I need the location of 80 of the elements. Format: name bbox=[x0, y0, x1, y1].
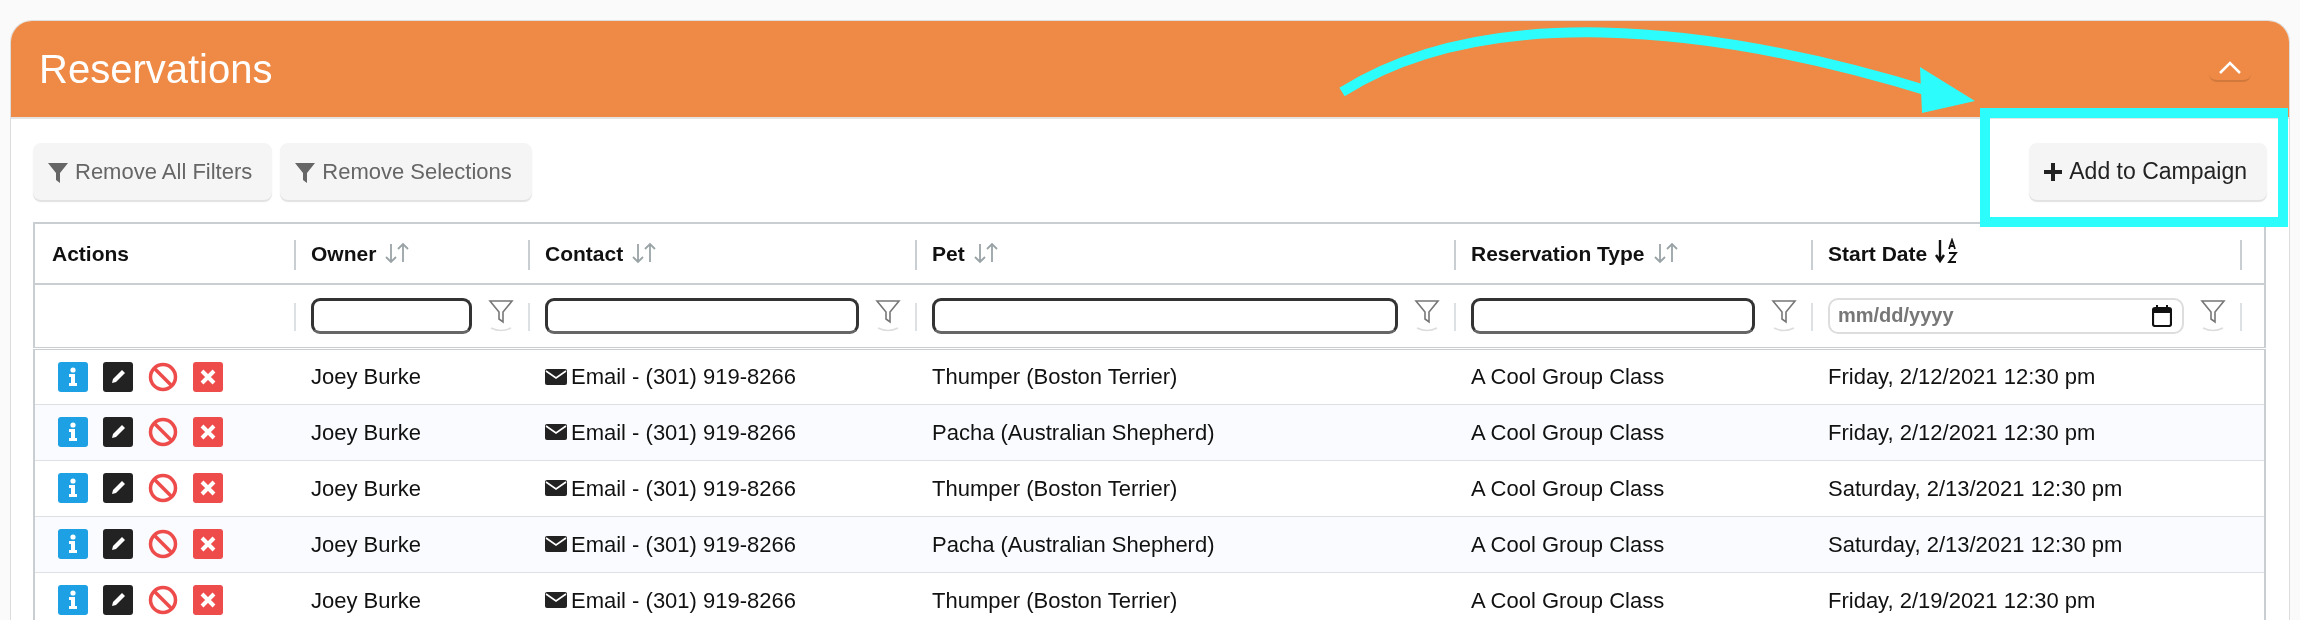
reservation-type: A Cool Group Class bbox=[1471, 475, 1665, 501]
column-header: Actions bbox=[52, 241, 129, 265]
column-header[interactable]: Reservation Type bbox=[1471, 241, 1645, 265]
start-date: Saturday, 2/13/2021 12:30 pm bbox=[1828, 475, 2123, 501]
owner-name: Joey Burke bbox=[311, 419, 422, 445]
start-date: Saturday, 2/13/2021 12:30 pm bbox=[1828, 531, 2123, 557]
date-filter-field[interactable]: mm/dd/yyyy bbox=[1828, 297, 2184, 334]
delete-button[interactable] bbox=[193, 585, 223, 615]
info-button[interactable] bbox=[58, 529, 88, 559]
delete-button[interactable] bbox=[193, 529, 223, 559]
column-header[interactable]: Contact bbox=[545, 241, 624, 265]
plus-icon bbox=[2043, 161, 2064, 182]
contact-text: Email - (301) 919-8266 bbox=[571, 363, 796, 391]
calendar-icon[interactable] bbox=[2152, 304, 2172, 327]
info-button[interactable] bbox=[58, 417, 88, 447]
column-header[interactable]: Owner bbox=[311, 241, 377, 265]
panel-title: Reservations bbox=[39, 46, 273, 93]
contact-text: Email - (301) 919-8266 bbox=[571, 586, 796, 615]
filter-icon[interactable] bbox=[488, 297, 514, 334]
contact-text: Email - (301) 919-8266 bbox=[571, 530, 796, 559]
pet-name: Thumper (Boston Terrier) bbox=[932, 475, 1178, 501]
sort-ascending-icon[interactable] bbox=[1935, 237, 1960, 264]
sort-icon[interactable] bbox=[384, 241, 411, 264]
filter-icon bbox=[294, 160, 317, 183]
owner-name: Joey Burke bbox=[311, 587, 422, 613]
cancel-button[interactable] bbox=[148, 585, 178, 615]
info-button[interactable] bbox=[58, 361, 88, 392]
envelope-icon bbox=[545, 368, 567, 385]
contact-text: Email - (301) 919-8266 bbox=[571, 474, 796, 503]
start-date: Friday, 2/19/2021 12:30 pm bbox=[1828, 587, 2096, 613]
edit-button[interactable] bbox=[103, 417, 133, 447]
contact-text: Email - (301) 919-8266 bbox=[571, 418, 796, 447]
info-button[interactable] bbox=[58, 585, 88, 615]
envelope-icon bbox=[545, 424, 567, 440]
cancel-button[interactable] bbox=[148, 529, 178, 559]
filter-field[interactable] bbox=[311, 297, 472, 334]
start-date: Friday, 2/12/2021 12:30 pm bbox=[1828, 419, 2096, 445]
cancel-button[interactable] bbox=[148, 417, 178, 447]
sort-icon[interactable] bbox=[972, 241, 999, 264]
edit-button[interactable] bbox=[103, 361, 133, 392]
delete-button[interactable] bbox=[193, 361, 223, 392]
start-date: Friday, 2/12/2021 12:30 pm bbox=[1828, 364, 2096, 389]
reservation-type: A Cool Group Class bbox=[1471, 419, 1665, 445]
filter-field[interactable] bbox=[545, 297, 859, 334]
sort-icon[interactable] bbox=[631, 241, 658, 264]
pet-name: Pacha (Australian Shepherd) bbox=[932, 419, 1215, 445]
sort-icon[interactable] bbox=[1652, 241, 1679, 264]
envelope-icon bbox=[545, 592, 567, 608]
reservation-type: A Cool Group Class bbox=[1471, 531, 1665, 557]
reservation-type: A Cool Group Class bbox=[1471, 364, 1665, 389]
edit-button[interactable] bbox=[103, 529, 133, 559]
pet-name: Thumper (Boston Terrier) bbox=[932, 364, 1178, 389]
filter-field[interactable] bbox=[932, 297, 1398, 334]
reservation-type: A Cool Group Class bbox=[1471, 587, 1665, 613]
filter-icon[interactable] bbox=[1771, 297, 1797, 334]
cancel-button[interactable] bbox=[148, 473, 178, 503]
owner-name: Joey Burke bbox=[311, 475, 422, 501]
edit-button[interactable] bbox=[103, 473, 133, 503]
edit-button[interactable] bbox=[103, 585, 133, 615]
delete-button[interactable] bbox=[193, 473, 223, 503]
filter-button[interactable]: Remove Selections bbox=[280, 143, 532, 200]
column-header[interactable]: Start Date bbox=[1828, 241, 1928, 265]
filter-icon[interactable] bbox=[2200, 297, 2226, 334]
owner-name: Joey Burke bbox=[311, 364, 422, 389]
filter-button[interactable]: Remove All Filters bbox=[33, 143, 273, 200]
cancel-button[interactable] bbox=[148, 361, 178, 392]
owner-name: Joey Burke bbox=[311, 531, 422, 557]
filter-field[interactable] bbox=[1471, 297, 1755, 334]
delete-button[interactable] bbox=[193, 417, 223, 447]
filter-icon[interactable] bbox=[875, 297, 901, 334]
filter-icon[interactable] bbox=[1414, 297, 1440, 334]
column-header[interactable]: Pet bbox=[932, 241, 965, 265]
pet-name: Pacha (Australian Shepherd) bbox=[932, 531, 1215, 557]
add-to-campaign-button[interactable]: Add to Campaign bbox=[2029, 143, 2267, 200]
filter-icon bbox=[47, 160, 69, 183]
chevron-up-icon[interactable] bbox=[2217, 60, 2243, 76]
envelope-icon bbox=[545, 480, 567, 496]
info-button[interactable] bbox=[58, 473, 88, 503]
pet-name: Thumper (Boston Terrier) bbox=[932, 587, 1178, 613]
envelope-icon bbox=[545, 536, 567, 552]
